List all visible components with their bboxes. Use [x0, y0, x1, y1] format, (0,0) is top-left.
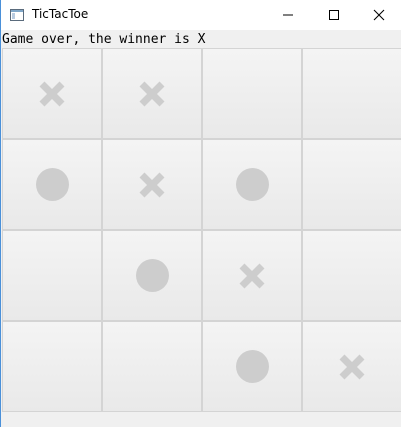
board-cell-r4-c4[interactable] — [302, 321, 401, 412]
title-bar[interactable]: TicTacToe — [1, 0, 401, 30]
app-window-icon — [10, 9, 24, 21]
board-cell-r3-c1[interactable] — [2, 230, 102, 321]
game-status-text: Game over, the winner is X — [2, 32, 206, 47]
x-mark-icon — [139, 172, 165, 197]
board-cell-r4-c1[interactable] — [2, 321, 102, 412]
maximize-button[interactable] — [311, 0, 357, 30]
board-cell-r3-c4[interactable] — [302, 230, 401, 321]
board-cell-r2-c2[interactable] — [102, 139, 202, 230]
board-cell-r3-c3[interactable] — [202, 230, 302, 321]
board-cell-r4-c2[interactable] — [102, 321, 202, 412]
close-button[interactable] — [356, 0, 401, 30]
board-cell-r2-c4[interactable] — [302, 139, 401, 230]
tictactoe-window: TicTacToe Game over, the winner is X — [0, 0, 401, 427]
x-mark-icon — [339, 354, 365, 379]
minimize-icon — [283, 14, 293, 16]
board-cell-r4-c3[interactable] — [202, 321, 302, 412]
window-title: TicTacToe — [32, 7, 89, 21]
o-mark-icon — [135, 259, 169, 292]
x-mark-icon — [39, 81, 65, 106]
x-mark-icon — [239, 263, 265, 288]
x-mark-icon — [139, 81, 165, 106]
board-cell-r1-c2[interactable] — [102, 48, 202, 139]
o-mark-icon — [35, 168, 69, 201]
board-cell-r1-c3[interactable] — [202, 48, 302, 139]
o-mark-icon — [235, 168, 269, 201]
maximize-icon — [329, 10, 339, 20]
board-cell-r2-c1[interactable] — [2, 139, 102, 230]
o-mark-icon — [235, 350, 269, 383]
board-cell-r2-c3[interactable] — [202, 139, 302, 230]
minimize-button[interactable] — [265, 0, 311, 30]
board-cell-r1-c1[interactable] — [2, 48, 102, 139]
board-cell-r3-c2[interactable] — [102, 230, 202, 321]
game-board — [2, 48, 401, 412]
board-cell-r1-c4[interactable] — [302, 48, 401, 139]
close-icon — [373, 9, 385, 21]
